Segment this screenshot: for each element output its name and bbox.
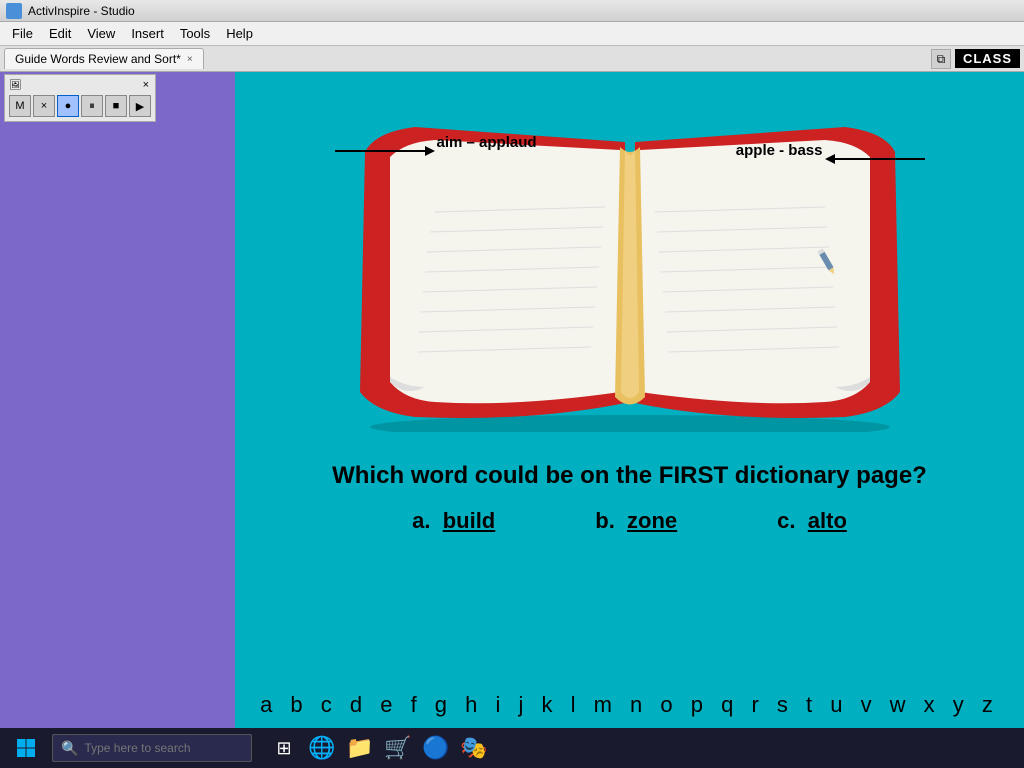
toolbar-title: 🖼 × xyxy=(9,79,151,91)
search-icon: 🔍 xyxy=(61,740,78,757)
app-icon xyxy=(6,3,22,19)
answer-b-label: b. xyxy=(595,508,615,533)
book-container: aim – applaud apple - bass xyxy=(335,92,925,432)
task-view-button[interactable]: ⊞ xyxy=(268,732,300,764)
toolbar-stop-button[interactable]: ■ xyxy=(105,95,127,117)
class-badge: CLASS xyxy=(955,49,1020,68)
app-title: ActivInspire - Studio xyxy=(28,4,135,18)
alphabet-bar: a b c d e f g h i j k l m n o p q r s t … xyxy=(235,682,1024,728)
toolbar-m-button[interactable]: M xyxy=(9,95,31,117)
restore-button[interactable]: ⧉ xyxy=(931,49,951,69)
toolbar-x-button[interactable]: × xyxy=(33,95,55,117)
edge-browser-icon[interactable]: 🌐 xyxy=(306,732,338,764)
title-bar: ActivInspire - Studio xyxy=(0,0,1024,22)
search-bar[interactable]: 🔍 xyxy=(52,734,252,762)
question-text: Which word could be on the FIRST diction… xyxy=(235,462,1024,490)
toolbar-play-button[interactable]: ▶ xyxy=(129,95,151,117)
tab-bar-right: ⧉ CLASS xyxy=(931,49,1020,69)
file-explorer-icon[interactable]: 📁 xyxy=(344,732,376,764)
toolbar-pause-button[interactable]: ⏸ xyxy=(81,95,103,117)
menu-file[interactable]: File xyxy=(4,24,41,43)
taskbar-icons: ⊞ 🌐 📁 🛒 🔵 🎭 xyxy=(268,732,490,764)
answers-container: a. build b. zone c. alto xyxy=(235,508,1024,534)
question-area: Which word could be on the FIRST diction… xyxy=(235,462,1024,534)
toolbar-label: 🖼 xyxy=(9,80,22,91)
active-tab[interactable]: Guide Words Review and Sort* × xyxy=(4,48,204,69)
left-sidebar: 🖼 × M × ● ⏸ ■ ▶ xyxy=(0,72,235,728)
toolbar-record-button[interactable]: ● xyxy=(57,95,79,117)
menu-help[interactable]: Help xyxy=(218,24,261,43)
taskbar: 🔍 ⊞ 🌐 📁 🛒 🔵 🎭 xyxy=(0,728,1024,768)
toolbar-close-button[interactable]: × xyxy=(141,79,151,91)
app6-icon[interactable]: 🎭 xyxy=(458,732,490,764)
floating-toolbar: 🖼 × M × ● ⏸ ■ ▶ xyxy=(4,74,156,122)
main-content: aim – applaud apple - bass Which word co… xyxy=(235,72,1024,728)
menu-tools[interactable]: Tools xyxy=(172,24,218,43)
guide-word-left: aim – applaud xyxy=(437,134,537,151)
answer-c-word: alto xyxy=(808,508,847,533)
arrow-right-svg xyxy=(805,147,925,177)
guide-word-right: apple - bass xyxy=(736,142,823,159)
menu-edit[interactable]: Edit xyxy=(41,24,79,43)
answer-a-label: a. xyxy=(412,508,430,533)
answer-c[interactable]: c. alto xyxy=(777,508,847,534)
tab-label: Guide Words Review and Sort* xyxy=(15,52,181,66)
store-icon[interactable]: 🛒 xyxy=(382,732,414,764)
answer-c-label: c. xyxy=(777,508,795,533)
answer-a[interactable]: a. build xyxy=(412,508,495,534)
menu-insert[interactable]: Insert xyxy=(123,24,172,43)
windows-logo-icon xyxy=(16,738,36,758)
search-input[interactable] xyxy=(84,741,234,755)
main-layout: 🖼 × M × ● ⏸ ■ ▶ xyxy=(0,72,1024,728)
answer-a-word: build xyxy=(443,508,496,533)
tab-close-button[interactable]: × xyxy=(187,54,193,65)
tab-bar: Guide Words Review and Sort* × ⧉ CLASS xyxy=(0,46,1024,72)
chrome-icon[interactable]: 🔵 xyxy=(420,732,452,764)
answer-b[interactable]: b. zone xyxy=(595,508,677,534)
toolbar-icon-row: M × ● ⏸ ■ ▶ xyxy=(9,95,151,117)
menu-bar: File Edit View Insert Tools Help xyxy=(0,22,1024,46)
menu-view[interactable]: View xyxy=(79,24,123,43)
start-button[interactable] xyxy=(8,730,44,766)
answer-b-word: zone xyxy=(627,508,677,533)
